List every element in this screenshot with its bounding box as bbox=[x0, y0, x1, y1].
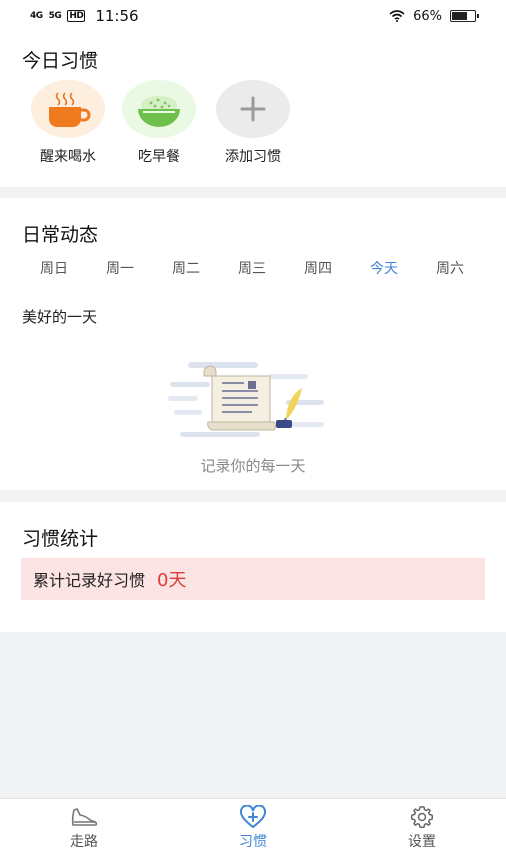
scroll-document-icon bbox=[168, 362, 324, 437]
habit-drink-water[interactable]: 醒来喝水 bbox=[31, 80, 105, 166]
signal-4g-icon: 4G bbox=[30, 11, 43, 21]
habit-icon-bg bbox=[122, 80, 196, 138]
day-tab[interactable]: 周六 bbox=[425, 258, 475, 278]
daily-dynamics-section: 日常动态 周日 周一 周二 周三 周四 今天 周六 美好的一天 记录你的每一天 bbox=[0, 198, 506, 490]
week-selector: 周日 周一 周二 周三 周四 今天 周六 bbox=[0, 258, 506, 278]
tab-settings[interactable]: 设置 bbox=[382, 805, 462, 850]
stat-label: 累计记录好习惯 bbox=[33, 571, 146, 590]
day-tab[interactable]: 周四 bbox=[293, 258, 343, 278]
habit-label: 醒来喝水 bbox=[40, 149, 96, 165]
day-tab[interactable]: 周日 bbox=[29, 258, 79, 278]
heart-plus-icon bbox=[240, 805, 266, 829]
habit-icon-bg bbox=[31, 80, 105, 138]
tab-habit[interactable]: 习惯 bbox=[213, 805, 293, 850]
tab-label: 设置 bbox=[408, 834, 436, 850]
day-tab[interactable]: 周一 bbox=[95, 258, 145, 278]
tab-label: 习惯 bbox=[239, 834, 267, 850]
day-tab[interactable]: 周三 bbox=[227, 258, 277, 278]
plus-icon bbox=[240, 96, 266, 122]
clock: 11:56 bbox=[95, 7, 139, 25]
wifi-icon bbox=[389, 10, 405, 22]
add-habit-button[interactable]: 添加习惯 bbox=[216, 80, 290, 166]
today-habits-title: 今日习惯 bbox=[22, 50, 99, 72]
today-habits-section: 今日习惯 醒来喝水 吃早餐 添加习惯 bbox=[0, 32, 506, 187]
motto-text: 美好的一天 bbox=[22, 308, 98, 326]
habit-label: 吃早餐 bbox=[138, 149, 180, 165]
battery-percent: 66% bbox=[413, 8, 442, 24]
hd-icon: HD bbox=[67, 10, 86, 22]
daily-dynamics-title: 日常动态 bbox=[22, 224, 99, 246]
habit-stats-title: 习惯统计 bbox=[22, 528, 99, 550]
habit-stats-section: 习惯统计 累计记录好习惯 0天 bbox=[0, 502, 506, 632]
habit-breakfast[interactable]: 吃早餐 bbox=[122, 80, 196, 166]
battery-icon bbox=[450, 10, 479, 22]
stat-summary-bar: 累计记录好习惯 0天 bbox=[21, 558, 485, 600]
signal-5g-icon: 5G bbox=[48, 11, 62, 21]
tab-walk[interactable]: 走路 bbox=[44, 805, 124, 850]
bottom-tab-bar: 走路 习惯 设置 bbox=[0, 798, 506, 850]
coffee-cup-icon bbox=[49, 92, 91, 127]
gear-icon bbox=[410, 806, 434, 829]
day-tab[interactable]: 今天 bbox=[359, 258, 409, 278]
status-bar: 4G 5G HD 11:56 66% bbox=[0, 0, 506, 32]
day-tab[interactable]: 周二 bbox=[161, 258, 211, 278]
habit-icon-bg bbox=[216, 80, 290, 138]
empty-state-text: 记录你的每一天 bbox=[200, 457, 306, 475]
stat-value: 0天 bbox=[157, 570, 187, 591]
habit-label: 添加习惯 bbox=[225, 149, 281, 165]
tab-label: 走路 bbox=[70, 834, 98, 850]
rice-bowl-icon bbox=[138, 96, 180, 127]
shoe-icon bbox=[71, 808, 98, 826]
